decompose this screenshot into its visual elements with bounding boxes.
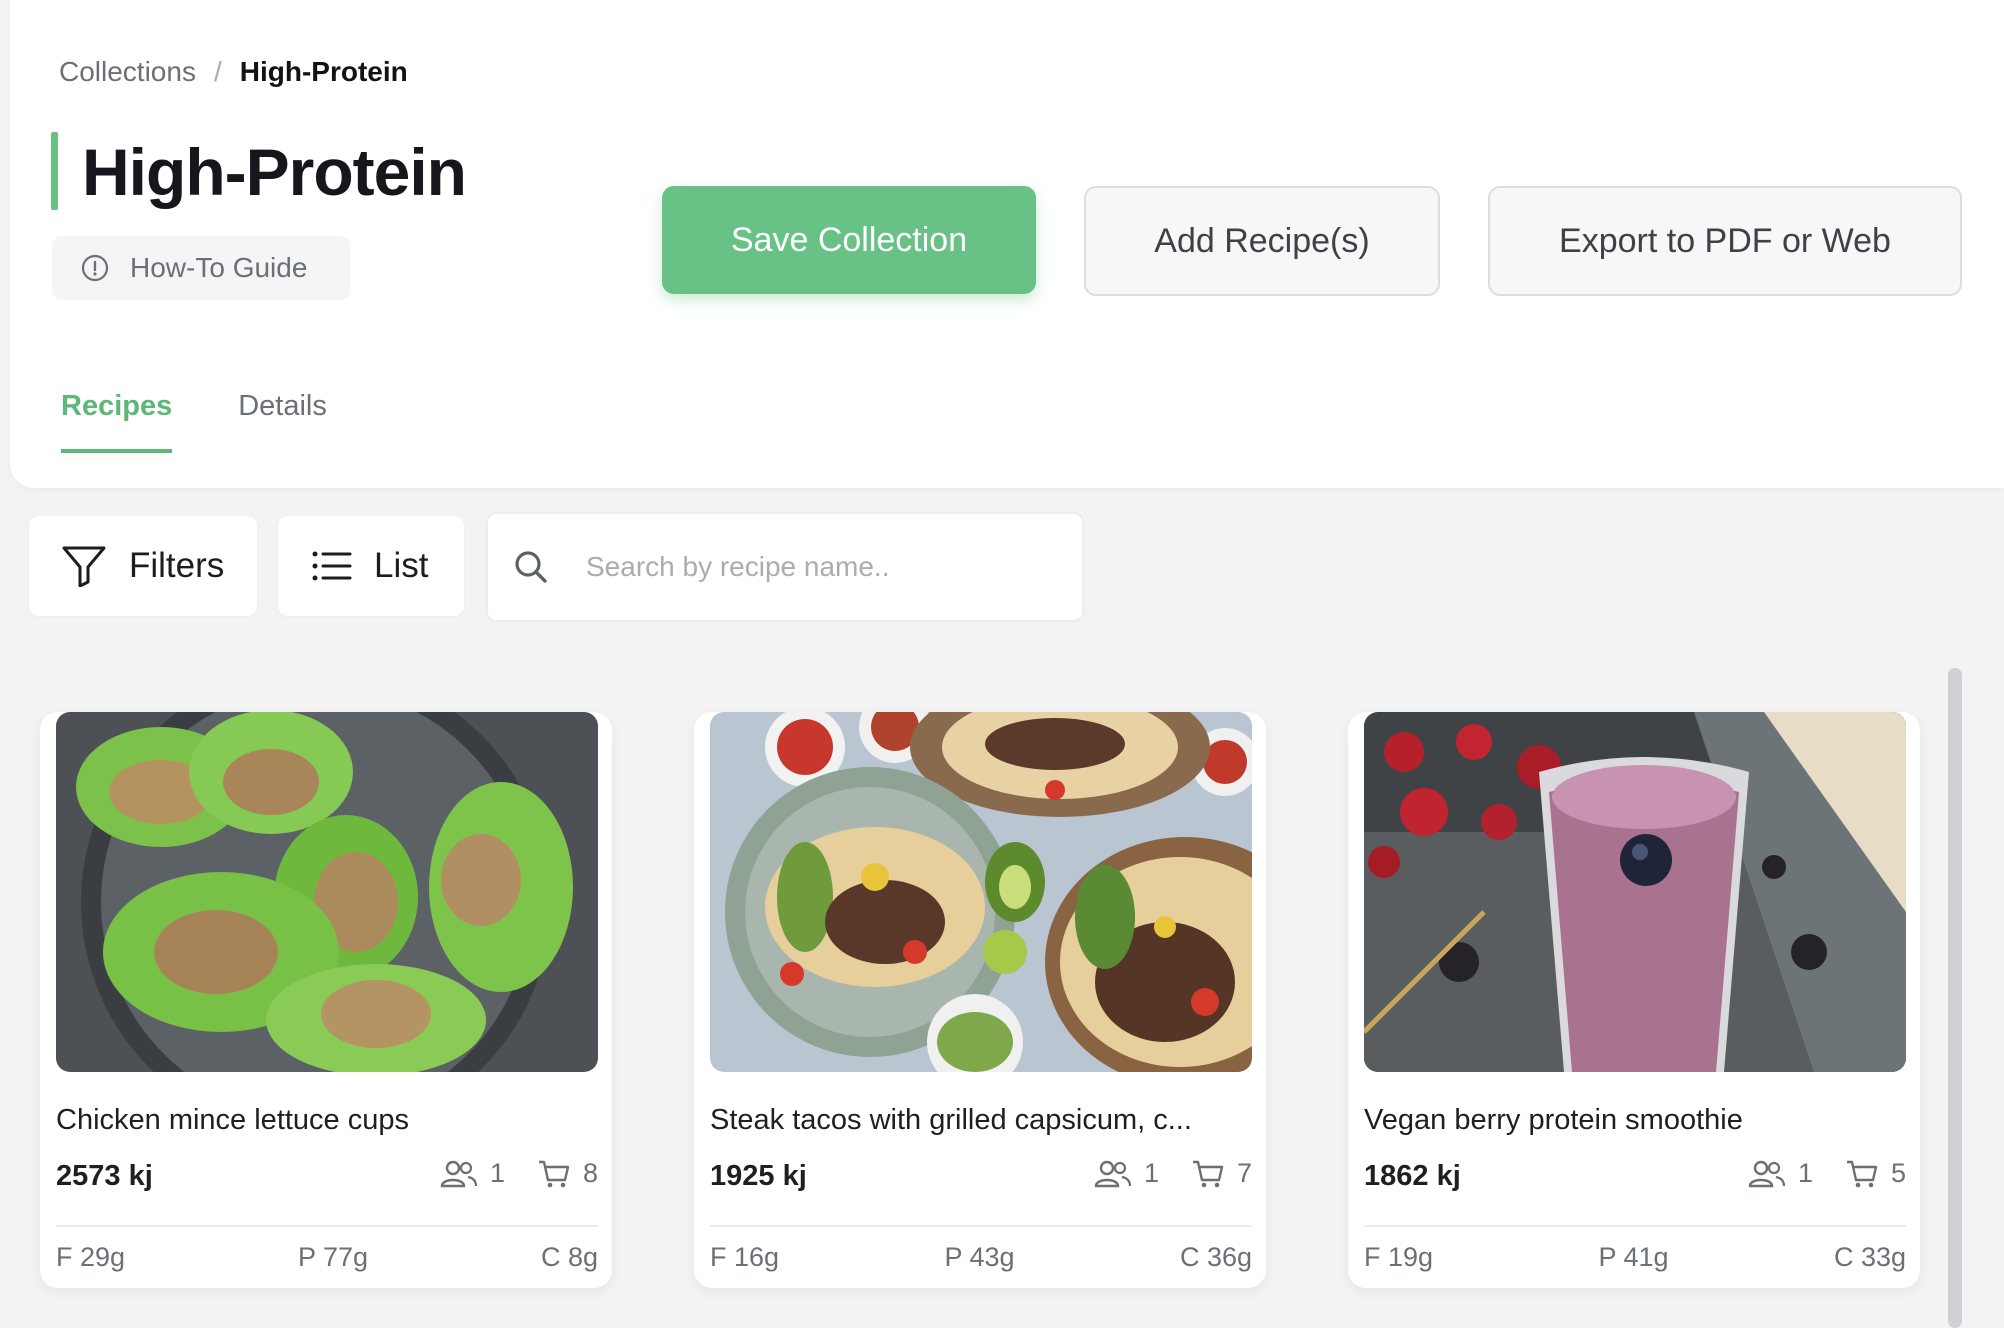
tab-bar: Recipes Details (61, 390, 393, 453)
header-panel: Collections / High-Protein High-Protein … (10, 0, 2004, 488)
recipe-energy: 2573 kj (56, 1160, 153, 1192)
recipe-image-berry-smoothie[interactable] (1364, 712, 1906, 1072)
save-collection-button[interactable]: Save Collection (662, 186, 1036, 294)
tab-details[interactable]: Details (238, 390, 327, 453)
macro-protein: P 43g (944, 1242, 1015, 1272)
card-divider (1364, 1225, 1906, 1227)
search-input[interactable] (586, 551, 1046, 583)
recipe-title[interactable]: Chicken mince lettuce cups (56, 1104, 596, 1137)
add-recipes-button[interactable]: Add Recipe(s) (1084, 186, 1440, 296)
breadcrumb-separator: / (213, 56, 222, 87)
recipe-card[interactable]: Vegan berry protein smoothie 1862 kj 1 5… (1348, 712, 1920, 1288)
recipe-card[interactable]: Chicken mince lettuce cups 2573 kj 1 8 F… (40, 712, 612, 1288)
list-label: List (374, 546, 429, 585)
servings-count: 1 (1797, 1158, 1813, 1188)
recipe-card[interactable]: Steak tacos with grilled capsicum, c... … (694, 712, 1266, 1288)
cart-icon (538, 1160, 570, 1187)
macro-protein: P 77g (297, 1242, 369, 1272)
filters-label: Filters (129, 546, 225, 585)
recipe-meta: 1 7 (1062, 1158, 1252, 1189)
recipe-meta: 1 8 (408, 1158, 598, 1189)
list-icon (312, 551, 352, 581)
macro-carbs: C 36g (1179, 1242, 1252, 1272)
recipe-energy: 1862 kj (1364, 1160, 1461, 1192)
card-divider (710, 1225, 1252, 1227)
export-button[interactable]: Export to PDF or Web (1488, 186, 1962, 296)
title-accent-bar (51, 132, 58, 210)
macro-fat: F 19g (1364, 1242, 1434, 1272)
people-icon (1748, 1160, 1786, 1187)
recipe-title[interactable]: Steak tacos with grilled capsicum, c... (710, 1104, 1250, 1137)
ingredients-count: 8 (582, 1158, 598, 1188)
breadcrumb-collections-link[interactable]: Collections (59, 56, 196, 88)
macros-row: F 29g P 77g C 8g (56, 1242, 598, 1273)
recipe-image-lettuce-cups[interactable] (56, 712, 598, 1072)
macro-protein: P 41g (1598, 1242, 1669, 1272)
macro-fat: F 29g (56, 1242, 126, 1272)
cart-icon (1846, 1160, 1878, 1187)
servings-count: 1 (489, 1158, 505, 1188)
people-icon (1094, 1160, 1132, 1187)
how-to-guide-button[interactable]: How-To Guide (52, 236, 350, 300)
macro-carbs: C 33g (1833, 1242, 1906, 1272)
recipe-image-steak-tacos[interactable] (710, 712, 1252, 1072)
recipe-energy: 1925 kj (710, 1160, 807, 1192)
cart-icon (1192, 1160, 1224, 1187)
tab-recipes[interactable]: Recipes (61, 390, 173, 453)
macro-carbs: C 8g (540, 1242, 598, 1272)
breadcrumb-current: High-Protein (239, 56, 408, 87)
ingredients-count: 5 (1890, 1158, 1906, 1188)
macros-row: F 16g P 43g C 36g (710, 1242, 1252, 1273)
macro-fat: F 16g (710, 1242, 780, 1272)
card-divider (56, 1225, 598, 1227)
list-view-button[interactable]: List (278, 516, 464, 616)
ingredients-count: 7 (1236, 1158, 1252, 1188)
filters-button[interactable]: Filters (29, 516, 257, 616)
people-icon (440, 1160, 478, 1187)
vertical-scrollbar[interactable] (1948, 668, 1962, 1328)
search-box (486, 512, 1084, 622)
recipe-meta: 1 5 (1716, 1158, 1906, 1189)
filter-icon (62, 546, 106, 587)
macros-row: F 19g P 41g C 33g (1364, 1242, 1906, 1273)
search-icon (515, 551, 547, 583)
breadcrumb: Collections / High-Protein (59, 56, 408, 88)
recipe-title[interactable]: Vegan berry protein smoothie (1364, 1104, 1904, 1137)
servings-count: 1 (1143, 1158, 1159, 1188)
info-icon (81, 254, 109, 282)
how-to-guide-label: How-To Guide (130, 252, 308, 283)
page-title: High-Protein (82, 135, 467, 209)
